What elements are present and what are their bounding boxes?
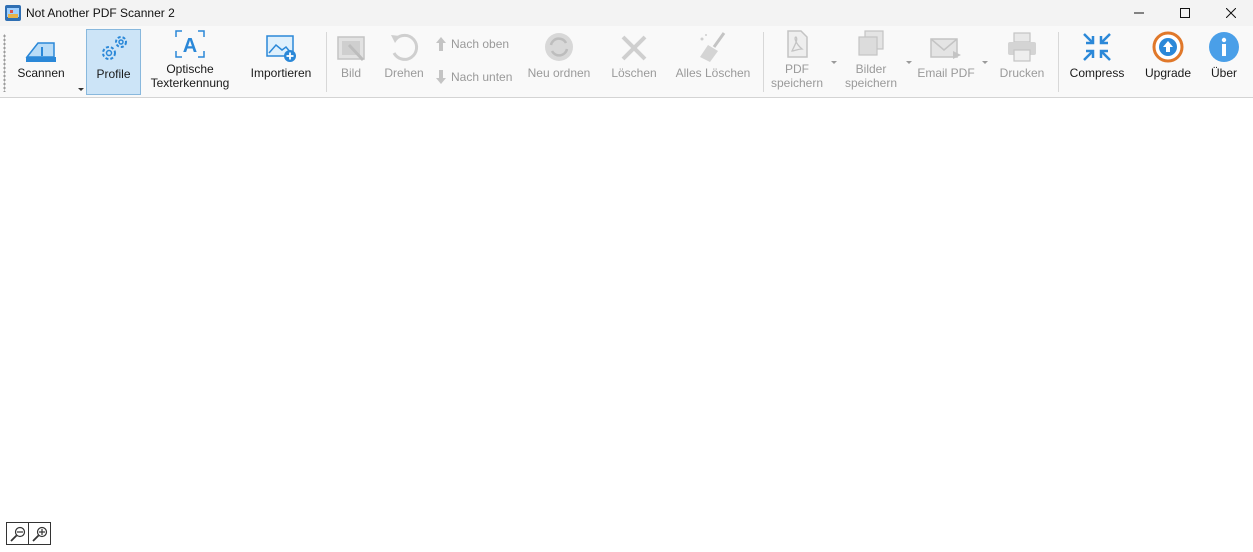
images-icon [858,30,884,56]
arrow-down-icon [436,70,446,84]
profile-button[interactable]: Profile [86,29,141,95]
window-title: Not Another PDF Scanner 2 [26,6,175,20]
app-logo-icon [5,5,21,21]
close-button[interactable] [1208,0,1253,26]
zoom-controls [6,522,51,545]
maximize-button[interactable] [1162,0,1208,26]
save-pdf-button[interactable]: PDF speichern [768,29,826,95]
broom-icon [700,32,726,62]
gears-icon [101,36,127,60]
zoom-in-icon [32,526,47,542]
toolbar-separator [763,32,764,92]
scan-button[interactable]: Scannen [12,29,70,95]
scanner-icon [25,42,56,62]
rotate-button[interactable]: Drehen [380,29,428,95]
close-icon [1226,8,1236,18]
reorder-icon [545,33,573,61]
move-down-button[interactable]: Nach unten [436,70,512,84]
email-pdf-button[interactable]: Email PDF [915,29,977,95]
image-edit-icon [337,36,365,62]
delete-x-icon [621,35,647,61]
compress-button[interactable]: Compress [1066,29,1128,95]
save-images-button[interactable]: Bilder speichern [842,29,900,95]
image-list-area[interactable] [0,98,1253,552]
save-images-dropdown-arrow[interactable] [906,61,912,64]
compress-arrows-icon [1083,33,1111,61]
printer-icon [1008,32,1036,62]
text-recognition-icon: A [175,30,205,58]
email-pdf-dropdown-arrow[interactable] [982,61,988,64]
zoom-out-button[interactable] [7,523,28,544]
email-icon [930,38,961,59]
delete-button[interactable]: Löschen [608,29,660,95]
scan-dropdown-arrow[interactable] [78,88,84,91]
reorder-button[interactable]: Neu ordnen [524,29,594,95]
toolbar-grip[interactable] [3,34,6,92]
svg-text:A: A [183,35,197,57]
main-toolbar: Scannen Profile A Optische Texterkennung [0,26,1253,98]
delete-all-button[interactable]: Alles Löschen [674,29,752,95]
arrow-up-icon [436,37,446,51]
info-icon [1209,32,1239,62]
minimize-icon [1134,12,1144,14]
toolbar-separator [1058,32,1059,92]
rotate-icon [391,33,419,61]
ocr-button[interactable]: A Optische Texterkennung [148,29,232,95]
print-button[interactable]: Drucken [996,29,1048,95]
upgrade-button[interactable]: Upgrade [1140,29,1196,95]
minimize-button[interactable] [1116,0,1162,26]
zoom-out-icon [10,526,25,542]
zoom-in-button[interactable] [28,523,50,544]
maximize-icon [1180,8,1190,18]
save-pdf-dropdown-arrow[interactable] [831,61,837,64]
import-image-icon [266,35,296,62]
title-bar: Not Another PDF Scanner 2 [0,0,1253,26]
upgrade-icon [1152,31,1184,63]
image-button[interactable]: Bild [334,29,368,95]
import-button[interactable]: Importieren [246,29,316,95]
pdf-file-icon [787,30,808,58]
about-button[interactable]: Über [1204,29,1244,95]
move-up-button[interactable]: Nach oben [436,37,509,51]
toolbar-separator [326,32,327,92]
